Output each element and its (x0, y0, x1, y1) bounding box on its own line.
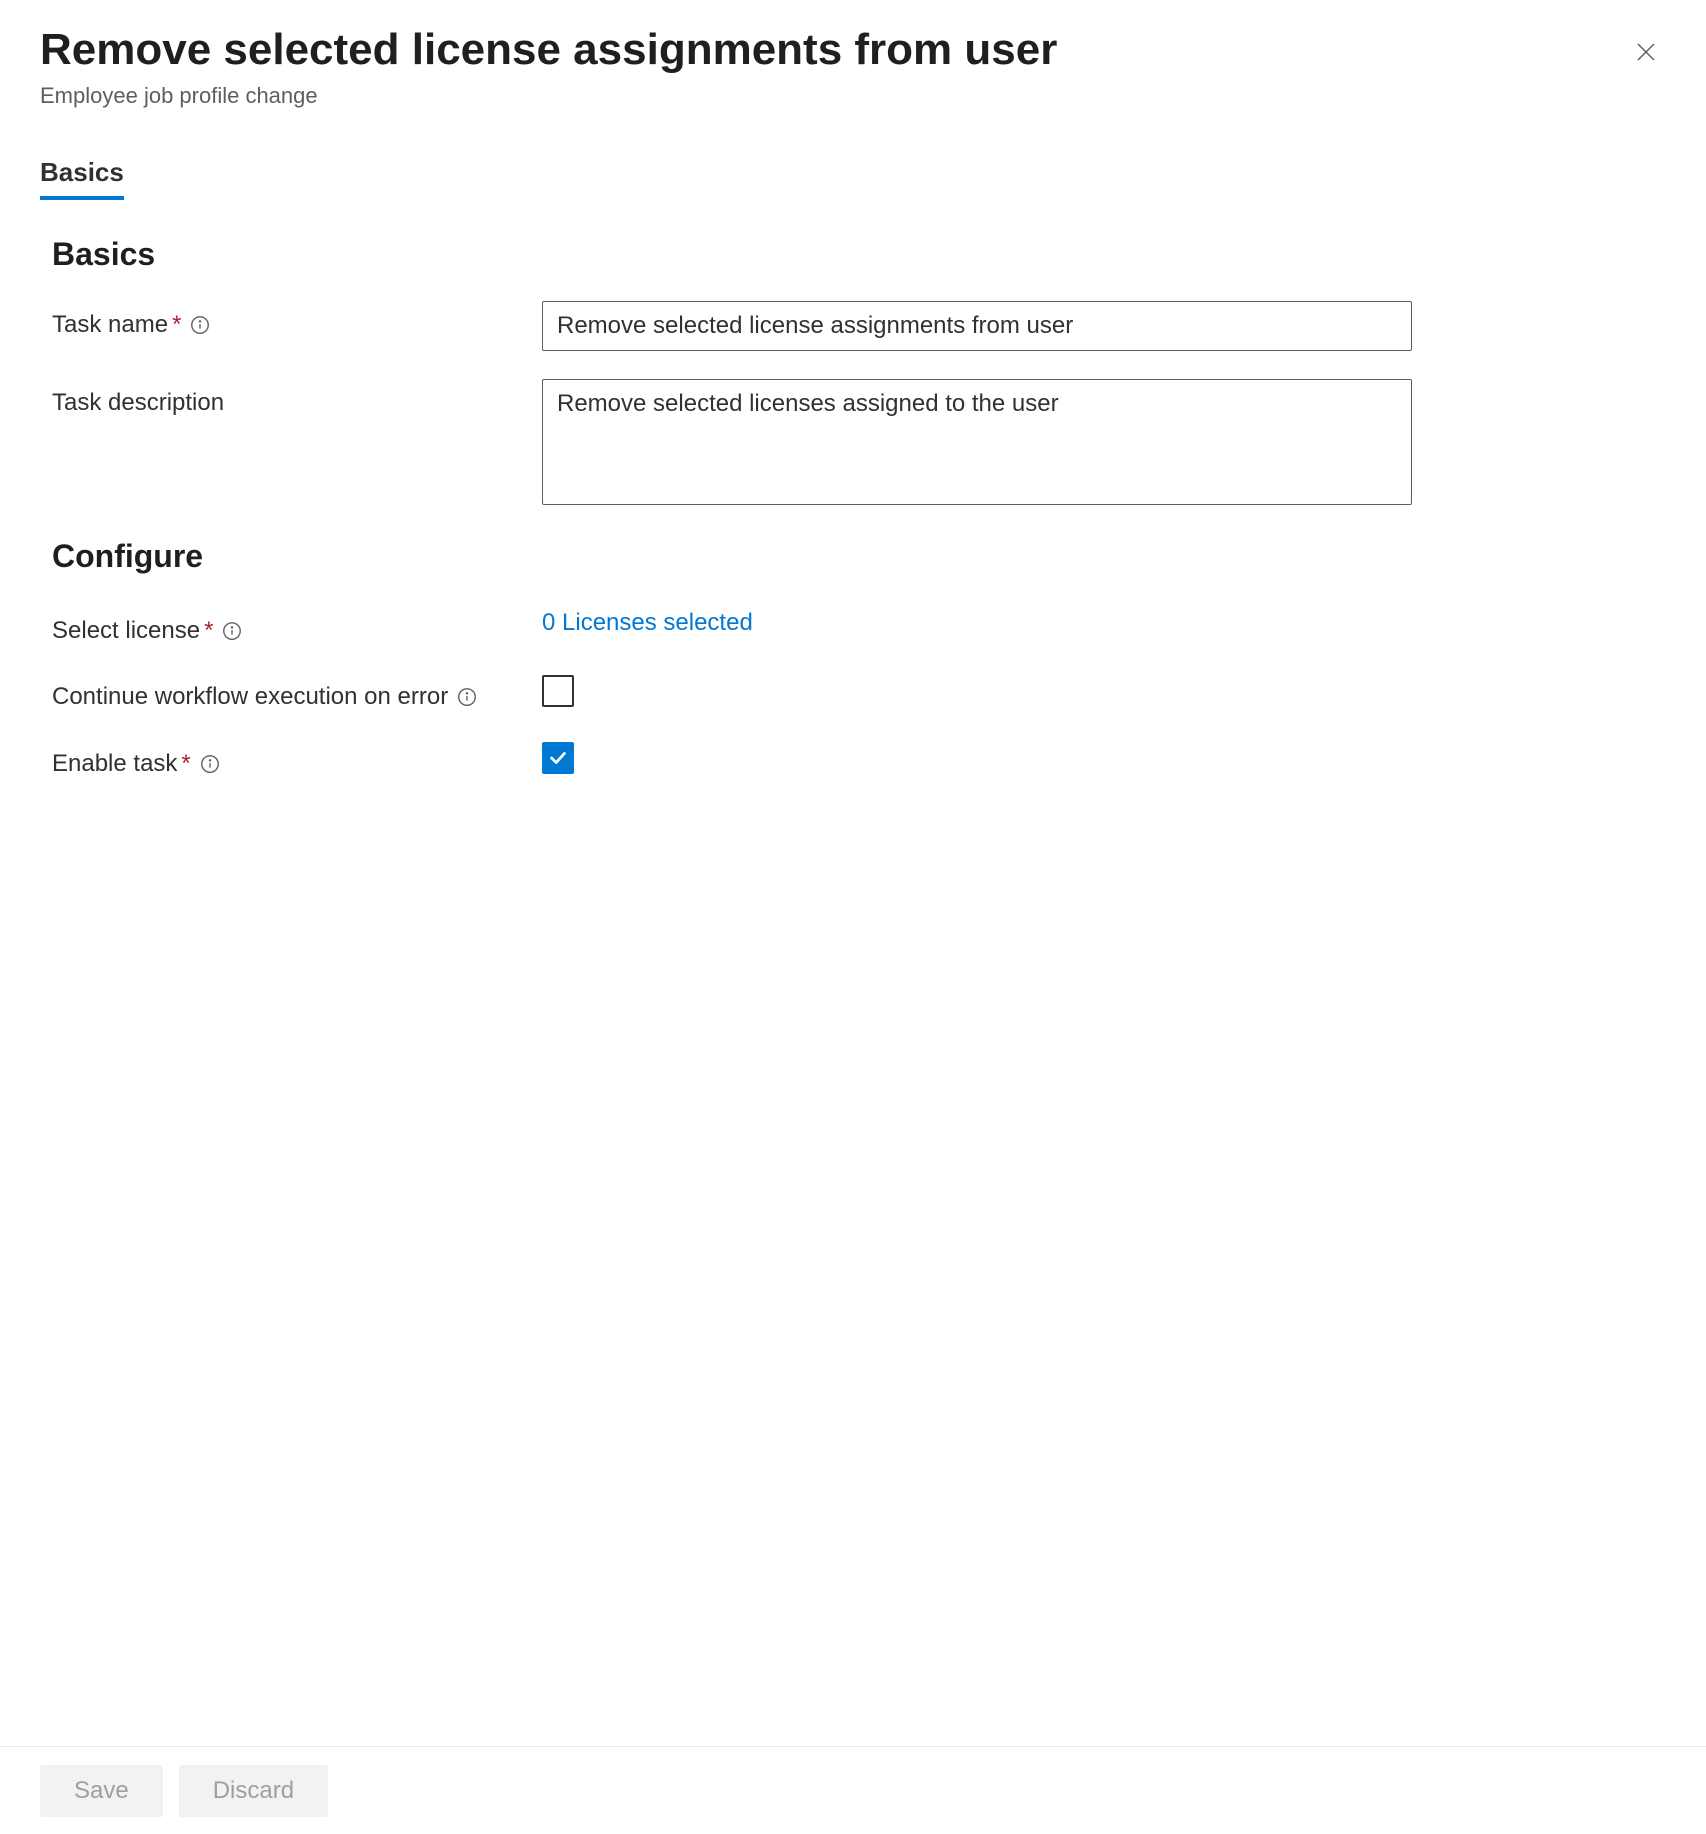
close-icon (1634, 52, 1658, 67)
required-marker: * (181, 750, 190, 778)
row-enable-task: Enable task * (52, 740, 1666, 778)
page-title: Remove selected license assignments from… (40, 24, 1057, 77)
required-marker: * (204, 617, 213, 645)
info-icon[interactable] (221, 620, 243, 642)
continue-on-error-label: Continue workflow execution on error (52, 683, 448, 711)
continue-on-error-checkbox[interactable] (542, 675, 574, 707)
close-button[interactable] (1626, 32, 1666, 75)
task-description-input[interactable]: Remove selected licenses assigned to the… (542, 379, 1412, 505)
footer: Save Discard (0, 1746, 1706, 1834)
row-task-description: Task description Remove selected license… (52, 379, 1666, 510)
enable-task-checkbox[interactable] (542, 742, 574, 774)
discard-button[interactable]: Discard (179, 1765, 328, 1817)
task-name-input[interactable] (542, 301, 1412, 351)
required-marker: * (172, 311, 181, 339)
task-name-label: Task name (52, 311, 168, 339)
section-title-basics: Basics (52, 236, 1666, 273)
info-icon[interactable] (199, 753, 221, 775)
tab-basics[interactable]: Basics (40, 157, 124, 200)
row-continue-on-error: Continue workflow execution on error (52, 673, 1666, 712)
page-subtitle: Employee job profile change (40, 83, 1057, 109)
row-task-name: Task name * (52, 301, 1666, 351)
select-license-link[interactable]: 0 Licenses selected (542, 607, 753, 637)
select-license-label: Select license (52, 617, 200, 645)
tab-bar: Basics (40, 157, 1666, 200)
task-description-label: Task description (52, 389, 224, 417)
enable-task-label: Enable task (52, 750, 177, 778)
info-icon[interactable] (189, 314, 211, 336)
row-select-license: Select license * 0 Licenses selected (52, 607, 1666, 645)
save-button[interactable]: Save (40, 1765, 163, 1817)
info-icon[interactable] (456, 686, 478, 708)
section-title-configure: Configure (52, 538, 1666, 575)
